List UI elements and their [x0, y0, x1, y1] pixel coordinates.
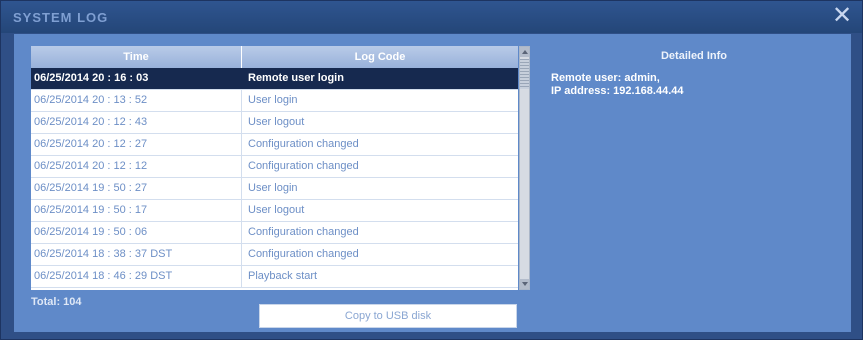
cell-time: 06/25/2014 20 : 12 : 12 [31, 156, 242, 177]
content-panel: Time Log Code 06/25/2014 20 : 16 : 03 Re… [14, 34, 851, 332]
copy-to-usb-button[interactable]: Copy to USB disk [259, 304, 517, 328]
scroll-up-icon[interactable] [520, 47, 529, 57]
cell-log-code: User logout [248, 116, 305, 128]
column-header-log-code[interactable]: Log Code [242, 46, 518, 68]
cell-log-code: Configuration changed [248, 226, 359, 238]
close-icon[interactable]: ✕ [830, 3, 854, 29]
table-row[interactable]: 06/25/2014 20 : 16 : 03 Remote user logi… [31, 68, 518, 90]
scroll-down-icon[interactable] [520, 279, 529, 289]
table-row[interactable]: 06/25/2014 19 : 50 : 17 User logout [31, 200, 518, 222]
cell-time: 06/25/2014 20 : 12 : 27 [31, 134, 242, 155]
cell-time: 06/25/2014 19 : 50 : 27 [31, 178, 242, 199]
cell-time: 06/25/2014 20 : 16 : 03 [31, 68, 242, 89]
cell-time: 06/25/2014 20 : 12 : 43 [31, 112, 242, 133]
table-row[interactable]: 06/25/2014 18 : 38 : 37 DST Configuratio… [31, 244, 518, 266]
cell-time: 06/25/2014 19 : 50 : 06 [31, 222, 242, 243]
table-row[interactable]: 06/25/2014 20 : 13 : 52 User login [31, 90, 518, 112]
cell-log-code: Remote user login [248, 72, 344, 84]
cell-log-code: Configuration changed [248, 138, 359, 150]
table-row[interactable]: 06/25/2014 19 : 50 : 06 Configuration ch… [31, 222, 518, 244]
cell-time: 06/25/2014 18 : 38 : 37 DST [31, 244, 242, 265]
table-row[interactable]: 06/25/2014 20 : 12 : 12 Configuration ch… [31, 156, 518, 178]
title-bar: SYSTEM LOG ✕ [1, 1, 862, 33]
detail-title: Detailed Info [660, 50, 727, 62]
cell-time: 06/25/2014 19 : 50 : 17 [31, 200, 242, 221]
table-header: Time Log Code [31, 46, 518, 68]
detail-remote-user: Remote user: admin, [551, 72, 660, 84]
cell-log-code: User login [248, 94, 298, 106]
cell-time: 06/25/2014 20 : 13 : 52 [31, 90, 242, 111]
table-row[interactable]: 06/25/2014 20 : 12 : 27 Configuration ch… [31, 134, 518, 156]
scrollbar-thumb[interactable] [520, 59, 529, 89]
detail-ip-address: IP address: 192.168.44.44 [551, 85, 684, 97]
window-title: SYSTEM LOG [13, 10, 109, 25]
table-scrollbar[interactable] [519, 46, 530, 290]
system-log-window: SYSTEM LOG ✕ Time Log Code 06/25/2014 20… [0, 0, 863, 340]
cell-log-code: Configuration changed [248, 248, 359, 260]
table-row[interactable]: 06/25/2014 20 : 12 : 43 User logout [31, 112, 518, 134]
cell-time: 06/25/2014 18 : 46 : 29 DST [31, 266, 242, 287]
table-row[interactable]: 06/25/2014 18 : 46 : 29 DST Playback sta… [31, 266, 518, 288]
cell-log-code: User login [248, 182, 298, 194]
total-count: Total: 104 [31, 296, 82, 308]
table-row[interactable]: 06/25/2014 19 : 50 : 27 User login [31, 178, 518, 200]
log-table: Time Log Code 06/25/2014 20 : 16 : 03 Re… [31, 46, 518, 290]
cell-log-code: Playback start [248, 270, 318, 282]
cell-log-code: User logout [248, 204, 305, 216]
cell-log-code: Configuration changed [248, 160, 359, 172]
column-header-time[interactable]: Time [31, 46, 242, 68]
